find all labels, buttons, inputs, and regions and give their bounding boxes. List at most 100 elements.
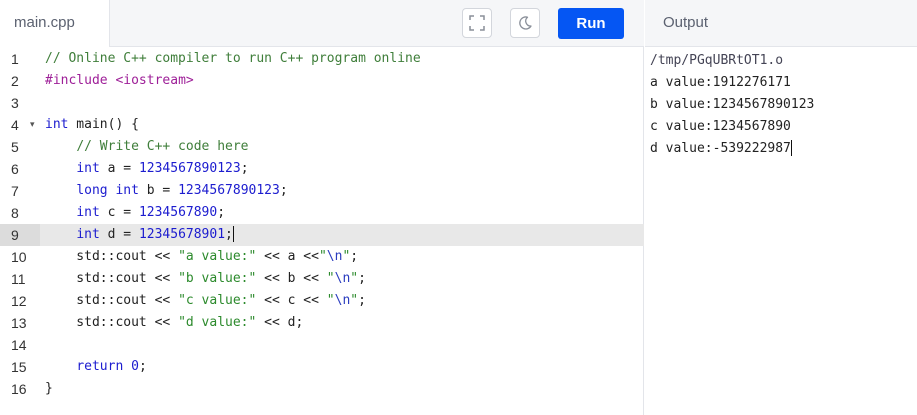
output-cursor <box>790 139 792 156</box>
code-line[interactable]: 7 long int b = 1234567890123; <box>0 180 644 202</box>
code-text: return 0; <box>45 356 147 378</box>
line-number: 1 <box>11 51 19 67</box>
code-line[interactable]: 15 return 0; <box>0 356 644 378</box>
line-number: 13 <box>11 315 27 331</box>
code-token: 1234567890123 <box>178 183 280 198</box>
code-token: a = <box>99 161 139 176</box>
output-console[interactable]: /tmp/PGqUBRtOT1.o a value:1912276171 b val… <box>645 47 917 160</box>
code-line[interactable]: 16} <box>0 378 644 400</box>
line-number: 16 <box>11 381 27 397</box>
code-token: \n <box>326 249 343 264</box>
fullscreen-button[interactable] <box>462 8 492 38</box>
code-token: #include <box>45 73 116 88</box>
code-line[interactable]: 6 int a = 1234567890123; <box>0 158 644 180</box>
code-token: int <box>76 205 100 220</box>
code-text: } <box>45 378 53 400</box>
moon-icon <box>519 16 532 30</box>
code-editor[interactable]: 1 // Online C++ compiler to run C++ progr… <box>0 48 644 400</box>
code-token: return <box>76 359 124 374</box>
code-token: 12345678901 <box>138 227 226 242</box>
line-number: 15 <box>11 359 27 375</box>
code-token: << d; <box>256 315 304 330</box>
code-text: std::cout << "d value:" << d; <box>45 312 303 334</box>
output-text: c value:1234567890 <box>650 119 791 134</box>
code-text: // Write C++ code here <box>45 136 248 158</box>
code-token: } <box>45 381 53 396</box>
code-line[interactable]: 1 // Online C++ compiler to run C++ progr… <box>0 48 644 70</box>
code-text: #include <iostream> <box>45 70 194 92</box>
code-line[interactable]: 8 int c = 1234567890; <box>0 202 644 224</box>
file-tab-main-cpp[interactable]: main.cpp <box>0 0 110 47</box>
editor-toolbar: main.cpp Run <box>0 0 644 47</box>
code-token: 1234567890 <box>138 205 218 220</box>
code-token: ; <box>217 205 226 220</box>
text-cursor <box>232 225 234 242</box>
code-token: " <box>326 271 335 286</box>
line-number: 14 <box>11 337 27 353</box>
code-line[interactable]: 13 std::cout << "d value:" << d; <box>0 312 644 334</box>
code-line[interactable]: 2 #include <iostream> <box>0 70 644 92</box>
code-token: <iostream> <box>115 73 194 88</box>
code-line[interactable]: 3 <box>0 92 644 114</box>
line-number: 11 <box>11 271 26 287</box>
code-line[interactable]: 14 <box>0 334 644 356</box>
code-token: \n <box>334 293 351 308</box>
code-token: std::cout << <box>45 315 179 330</box>
code-token: int <box>76 227 100 242</box>
code-token: std::cout << <box>45 293 179 308</box>
code-token: " <box>318 249 327 264</box>
code-token: " <box>350 293 359 308</box>
code-line[interactable]: 12 std::cout << "c value:" << c << "\n"; <box>0 290 644 312</box>
output-line: b value:1234567890123 <box>650 94 917 116</box>
code-token: "d value:" <box>178 315 257 330</box>
code-line[interactable]: 10 std::cout << "a value:" << a <<"\n"; <box>0 246 644 268</box>
code-token: ; <box>240 161 249 176</box>
line-number: 10 <box>11 249 27 265</box>
code-token: 1234567890123 <box>138 161 241 176</box>
code-token: "c value:" <box>178 293 257 308</box>
code-token: std::cout << <box>45 249 179 264</box>
theme-toggle-button[interactable] <box>510 8 540 38</box>
code-token: int <box>76 161 100 176</box>
line-number: 6 <box>11 161 19 177</box>
line-number: 2 <box>11 73 19 89</box>
code-token: << b << <box>256 271 327 286</box>
code-text: std::cout << "a value:" << a <<"\n"; <box>45 246 358 268</box>
code-token: c = <box>99 205 139 220</box>
code-line[interactable]: 11 std::cout << "b value:" << b << "\n"; <box>0 268 644 290</box>
code-text: long int b = 1234567890123; <box>45 180 288 202</box>
code-text: std::cout << "c value:" << c << "\n"; <box>45 290 366 312</box>
line-number: 8 <box>11 205 19 221</box>
code-text: int a = 1234567890123; <box>45 158 249 180</box>
code-line[interactable]: 9 int d = 12345678901; <box>0 224 644 246</box>
output-text: d value:-539222987 <box>650 141 791 156</box>
code-token: std::cout << <box>45 271 179 286</box>
code-token: long int <box>76 183 139 198</box>
code-token: << c << <box>256 293 327 308</box>
code-token: ; <box>138 359 147 374</box>
fullscreen-icon <box>469 15 485 31</box>
code-line[interactable]: 4 ▾ int main() { <box>0 114 644 136</box>
code-text: int c = 1234567890; <box>45 202 225 224</box>
line-number: 9 <box>0 224 40 246</box>
code-line[interactable]: 5 // Write C++ code here <box>0 136 644 158</box>
code-token: \n <box>334 271 351 286</box>
line-number: 5 <box>11 139 19 155</box>
code-token: ; <box>225 227 233 242</box>
code-token: "a value:" <box>178 249 257 264</box>
code-text: int d = 12345678901; <box>45 224 234 246</box>
output-line: c value:1234567890 <box>650 116 917 138</box>
fold-arrow-icon[interactable]: ▾ <box>30 114 35 136</box>
code-token: " <box>326 293 335 308</box>
code-token: "b value:" <box>178 271 257 286</box>
code-token: ; <box>279 183 288 198</box>
output-text: /tmp/PGqUBRtOT1.o <box>650 53 784 68</box>
run-button[interactable]: Run <box>558 8 624 39</box>
